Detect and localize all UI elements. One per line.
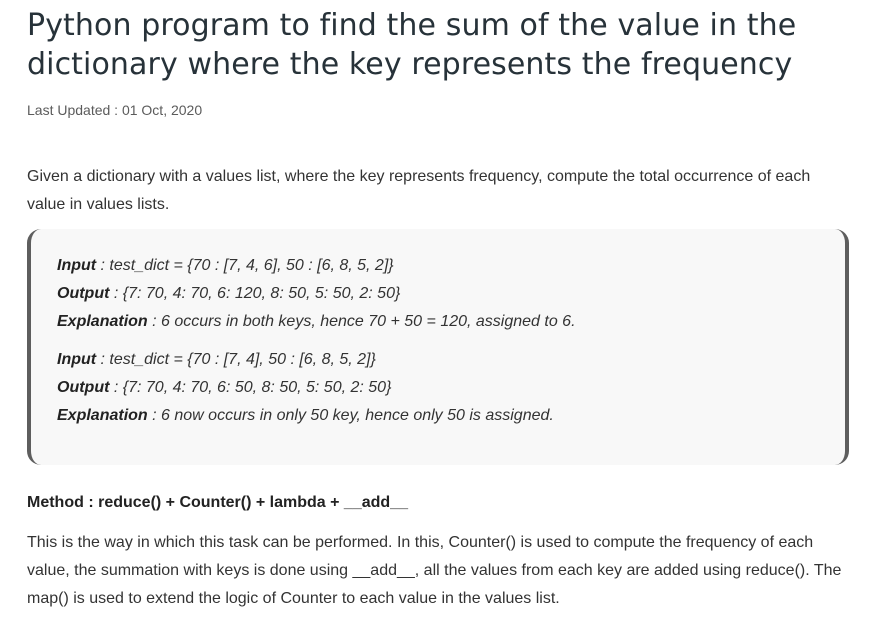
example-box: Input : test_dict = {70 : [7, 4, 6], 50 … xyxy=(27,229,849,465)
example-explanation-line: Explanation : 6 occurs in both keys, hen… xyxy=(57,308,845,336)
input-label: Input xyxy=(57,351,97,368)
explanation-text: : 6 now occurs in only 50 key, hence onl… xyxy=(147,407,554,424)
example-1: Input : test_dict = {70 : [7, 4, 6], 50 … xyxy=(57,252,845,336)
output-label: Output xyxy=(57,285,110,302)
example-output-line: Output : {7: 70, 4: 70, 6: 50, 8: 50, 5:… xyxy=(57,374,845,402)
last-updated: Last Updated : 01 Oct, 2020 xyxy=(27,102,203,118)
output-text: : {7: 70, 4: 70, 6: 50, 8: 50, 5: 50, 2:… xyxy=(109,379,392,396)
example-input-line: Input : test_dict = {70 : [7, 4], 50 : [… xyxy=(57,346,845,374)
example-output-line: Output : {7: 70, 4: 70, 6: 120, 8: 50, 5… xyxy=(57,280,845,308)
example-explanation-line: Explanation : 6 now occurs in only 50 ke… xyxy=(57,402,845,430)
input-label: Input xyxy=(57,257,97,274)
output-text: : {7: 70, 4: 70, 6: 120, 8: 50, 5: 50, 2… xyxy=(109,285,401,302)
explanation-text: : 6 occurs in both keys, hence 70 + 50 =… xyxy=(147,313,576,330)
method-heading: Method : reduce() + Counter() + lambda +… xyxy=(27,494,408,511)
method-paragraph: This is the way in which this task can b… xyxy=(27,534,842,607)
input-text: : test_dict = {70 : [7, 4], 50 : [6, 8, … xyxy=(96,351,376,368)
explanation-label: Explanation xyxy=(57,313,148,330)
explanation-label: Explanation xyxy=(57,407,148,424)
input-text: : test_dict = {70 : [7, 4, 6], 50 : [6, … xyxy=(96,257,394,274)
example-input-line: Input : test_dict = {70 : [7, 4, 6], 50 … xyxy=(57,252,845,280)
article: Python program to find the sum of the va… xyxy=(27,0,849,613)
page-title: Python program to find the sum of the va… xyxy=(27,8,797,82)
intro-paragraph: Given a dictionary with a values list, w… xyxy=(27,168,811,213)
output-label: Output xyxy=(57,379,110,396)
example-2: Input : test_dict = {70 : [7, 4], 50 : [… xyxy=(57,346,845,430)
